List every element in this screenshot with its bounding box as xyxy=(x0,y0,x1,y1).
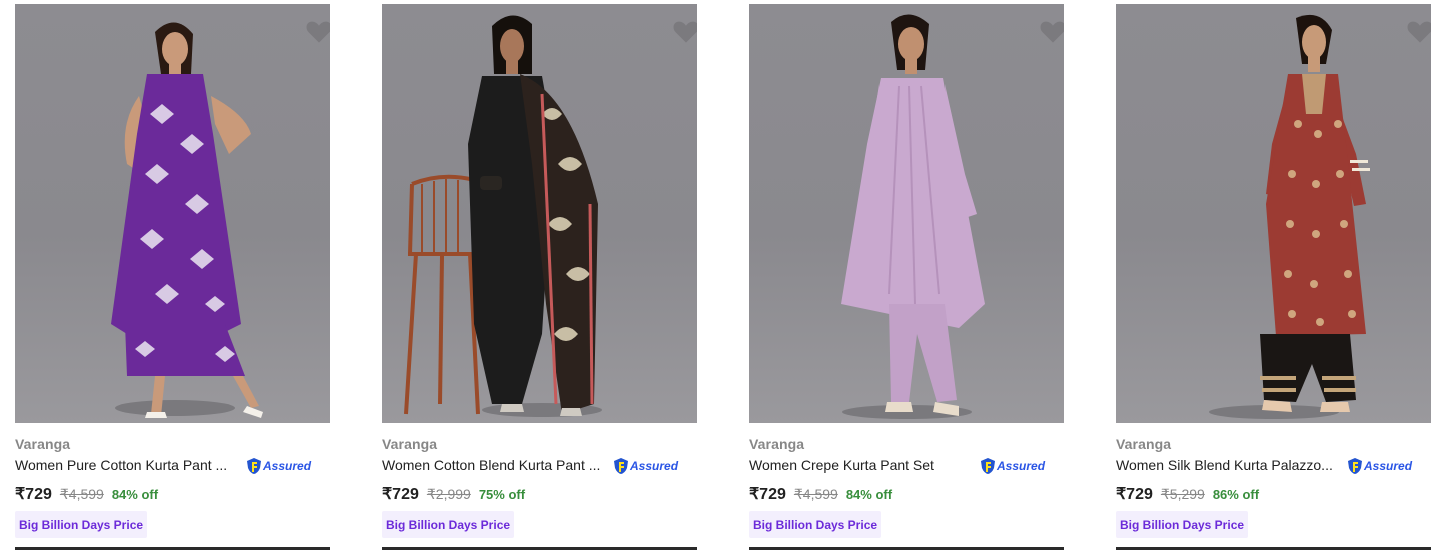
product-brand: Varanga xyxy=(749,436,805,452)
assured-label: Assured xyxy=(630,459,679,473)
title-row: Women Cotton Blend Kurta Pant ... Assure… xyxy=(382,457,702,477)
assured-label: Assured xyxy=(1364,459,1413,473)
assured-label: Assured xyxy=(997,459,1046,473)
offer-badge: Big Billion Days Price xyxy=(382,511,515,538)
product-brand: Varanga xyxy=(1116,436,1172,452)
offer-badge: Big Billion Days Price xyxy=(15,511,148,538)
product-title[interactable]: Women Pure Cotton Kurta Pant ... xyxy=(15,457,243,473)
product-card[interactable]: Varanga Women Silk Blend Kurta Palazzo..… xyxy=(1116,0,1436,550)
product-image[interactable] xyxy=(1116,4,1431,423)
title-row: Women Silk Blend Kurta Palazzo... Assure… xyxy=(1116,457,1436,477)
wishlist-button[interactable] xyxy=(672,18,697,48)
original-price: ₹2,999 xyxy=(426,486,471,502)
product-grid: Varanga Women Pure Cotton Kurta Pant ...… xyxy=(0,0,1436,550)
discount-percent: 84% off xyxy=(111,487,159,502)
product-card[interactable]: Varanga Women Cotton Blend Kurta Pant ..… xyxy=(382,0,702,550)
product-title[interactable]: Women Crepe Kurta Pant Set xyxy=(749,457,977,473)
product-title[interactable]: Women Cotton Blend Kurta Pant ... xyxy=(382,457,610,473)
selling-price: ₹729 xyxy=(15,486,52,503)
original-price: ₹4,599 xyxy=(793,486,838,502)
product-brand: Varanga xyxy=(15,436,71,452)
price-row: ₹729 ₹5,299 86% off xyxy=(1116,484,1259,504)
product-brand: Varanga xyxy=(382,436,438,452)
original-price: ₹4,599 xyxy=(59,486,104,502)
product-image[interactable] xyxy=(382,4,697,423)
selling-price: ₹729 xyxy=(1116,486,1153,503)
wishlist-button[interactable] xyxy=(305,18,330,48)
flipkart-assured-icon xyxy=(614,458,628,474)
product-image[interactable] xyxy=(15,4,330,423)
title-row: Women Crepe Kurta Pant Set Assured xyxy=(749,457,1069,477)
selling-price: ₹729 xyxy=(749,486,786,503)
heart-icon xyxy=(1407,21,1431,43)
flipkart-assured-icon xyxy=(1348,458,1362,474)
offer-badge: Big Billion Days Price xyxy=(1116,511,1249,538)
product-image[interactable] xyxy=(749,4,1064,423)
price-row: ₹729 ₹2,999 75% off xyxy=(382,484,525,504)
original-price: ₹5,299 xyxy=(1160,486,1205,502)
wishlist-button[interactable] xyxy=(1039,18,1064,48)
heart-icon xyxy=(1040,21,1064,43)
assured-badge: Assured xyxy=(980,457,1045,475)
selling-price: ₹729 xyxy=(382,486,419,503)
price-row: ₹729 ₹4,599 84% off xyxy=(749,484,892,504)
flipkart-assured-icon xyxy=(247,458,261,474)
assured-badge: Assured xyxy=(1347,457,1412,475)
discount-percent: 86% off xyxy=(1212,487,1260,502)
product-card[interactable]: Varanga Women Crepe Kurta Pant Set Assur… xyxy=(749,0,1069,550)
flipkart-assured-icon xyxy=(981,458,995,474)
discount-percent: 84% off xyxy=(845,487,893,502)
discount-percent: 75% off xyxy=(478,487,526,502)
offer-badge: Big Billion Days Price xyxy=(749,511,882,538)
assured-badge: Assured xyxy=(613,457,678,475)
product-card[interactable]: Varanga Women Pure Cotton Kurta Pant ...… xyxy=(15,0,335,550)
heart-icon xyxy=(673,21,697,43)
wishlist-button[interactable] xyxy=(1406,18,1431,48)
heart-icon xyxy=(306,21,330,43)
price-row: ₹729 ₹4,599 84% off xyxy=(15,484,158,504)
product-title[interactable]: Women Silk Blend Kurta Palazzo... xyxy=(1116,457,1344,473)
assured-label: Assured xyxy=(263,459,312,473)
assured-badge: Assured xyxy=(246,457,311,475)
title-row: Women Pure Cotton Kurta Pant ... Assured xyxy=(15,457,335,477)
